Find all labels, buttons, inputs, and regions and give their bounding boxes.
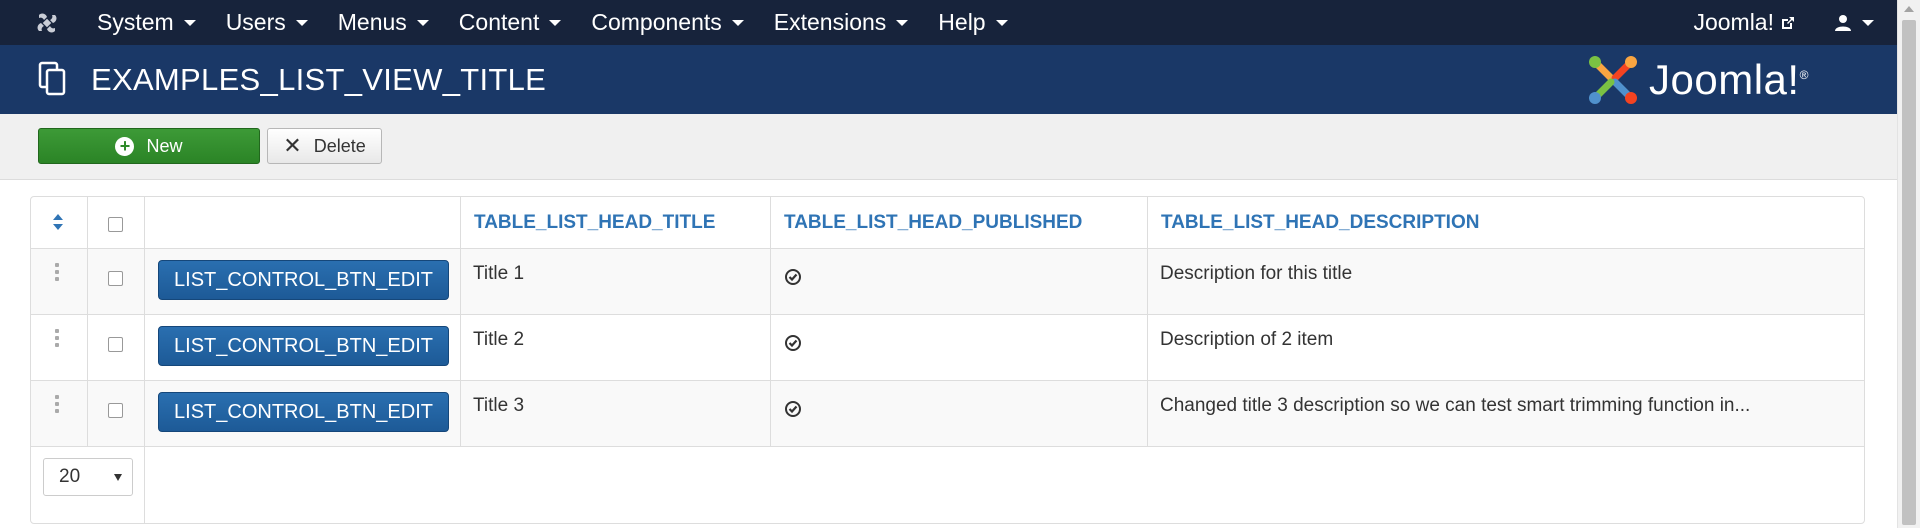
drag-handle-icon[interactable] (55, 329, 59, 347)
main-menu: System Users Menus Content Components Ex… (82, 0, 1023, 45)
new-button-label: New (146, 135, 183, 156)
published-check-icon[interactable] (784, 400, 802, 418)
page-title: EXAMPLES_LIST_VIEW_TITLE (91, 62, 547, 97)
column-header-title[interactable]: TABLE_LIST_HEAD_TITLE (460, 197, 715, 248)
admin-navbar: System Users Menus Content Components Ex… (0, 0, 1897, 45)
site-preview-link[interactable]: Joomla! (1673, 0, 1816, 45)
plus-circle-icon: + (115, 136, 135, 156)
close-icon: ✕ (283, 133, 302, 158)
row-divider (31, 248, 1864, 249)
list-limit-select[interactable]: 20 (43, 458, 133, 496)
brand-name: Joomla! (1649, 56, 1800, 103)
items-table: TABLE_LIST_HEAD_TITLE TABLE_LIST_HEAD_PU… (30, 196, 1865, 524)
menu-menus[interactable]: Menus (323, 0, 444, 45)
select-all-checkbox[interactable] (108, 217, 123, 232)
site-preview-label: Joomla! (1693, 9, 1774, 35)
scroll-up-arrow-icon[interactable] (1904, 6, 1914, 12)
col-divider (87, 197, 88, 446)
row-description: Changed title 3 description so we can te… (1160, 395, 1751, 416)
delete-button[interactable]: ✕ Delete (267, 128, 382, 164)
menu-extensions-label: Extensions (773, 9, 887, 35)
sort-icon[interactable] (50, 212, 66, 232)
external-link-icon (1782, 16, 1794, 29)
row-checkbox[interactable] (108, 337, 123, 352)
drag-handle-icon[interactable] (55, 395, 59, 413)
edit-button[interactable]: LIST_CONTROL_BTN_EDIT (158, 260, 449, 300)
new-button[interactable]: + New (38, 128, 260, 164)
row-description: Description for this title (1160, 263, 1353, 284)
chevron-down-icon (295, 19, 308, 26)
menu-menus-label: Menus (337, 9, 407, 35)
menu-system[interactable]: System (82, 0, 211, 45)
delete-button-label: Delete (313, 135, 366, 156)
page-header: EXAMPLES_LIST_VIEW_TITLE Joomla!® (0, 45, 1897, 114)
row-divider (31, 446, 1864, 447)
row-title: Title 3 (473, 395, 525, 416)
chevron-down-icon (1862, 19, 1874, 26)
list-limit-value: 20 (59, 466, 81, 487)
joomla-brand-logo-icon (1589, 56, 1637, 104)
published-check-icon[interactable] (784, 268, 802, 286)
chevron-down-icon (995, 19, 1008, 26)
published-check-icon[interactable] (784, 334, 802, 352)
chevron-down-icon (114, 474, 122, 481)
menu-help[interactable]: Help (923, 0, 1022, 45)
brand-text: Joomla!® (1649, 56, 1809, 104)
edit-button[interactable]: LIST_CONTROL_BTN_EDIT (158, 326, 449, 366)
page-scrollbar[interactable] (1897, 0, 1920, 528)
menu-system-label: System (97, 9, 174, 35)
drag-handle-icon[interactable] (55, 263, 59, 281)
navbar-right: Joomla! (1673, 0, 1897, 45)
menu-components[interactable]: Components (576, 0, 758, 45)
row-checkbox[interactable] (108, 403, 123, 418)
chevron-down-icon (731, 19, 744, 26)
user-menu[interactable] (1816, 0, 1897, 45)
chevron-down-icon (896, 19, 909, 26)
menu-help-label: Help (938, 9, 986, 35)
chevron-down-icon (549, 19, 562, 26)
menu-components-label: Components (591, 9, 722, 35)
user-icon (1835, 14, 1851, 31)
chevron-down-icon (416, 19, 429, 26)
copy-icon (38, 61, 66, 96)
column-header-description[interactable]: TABLE_LIST_HEAD_DESCRIPTION (1147, 197, 1479, 248)
menu-extensions[interactable]: Extensions (759, 0, 924, 45)
row-title: Title 2 (473, 329, 525, 350)
col-divider (144, 197, 145, 523)
menu-content[interactable]: Content (444, 0, 577, 45)
chevron-down-icon (183, 19, 196, 26)
toolbar: + New ✕ Delete (0, 114, 1897, 180)
brand-registered-mark: ® (1799, 68, 1809, 82)
menu-content-label: Content (458, 9, 540, 35)
row-title: Title 1 (473, 263, 525, 284)
row-checkbox[interactable] (108, 271, 123, 286)
column-header-published[interactable]: TABLE_LIST_HEAD_PUBLISHED (770, 197, 1082, 248)
joomla-brand: Joomla!® (1585, 52, 1809, 108)
row-description: Description of 2 item (1160, 329, 1334, 350)
edit-button[interactable]: LIST_CONTROL_BTN_EDIT (158, 392, 449, 432)
row-divider (31, 314, 1864, 315)
row-divider (31, 380, 1864, 381)
joomla-logo-icon[interactable] (33, 9, 61, 37)
menu-users-label: Users (225, 9, 286, 35)
scrollbar-thumb[interactable] (1902, 20, 1916, 525)
menu-users[interactable]: Users (211, 0, 323, 45)
